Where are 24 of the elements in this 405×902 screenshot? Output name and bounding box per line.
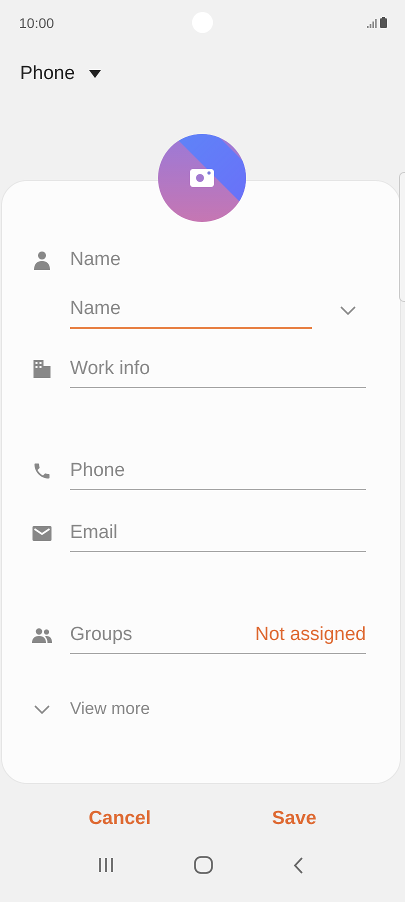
cancel-button[interactable]: Cancel	[74, 800, 165, 838]
email-field[interactable]: Email	[70, 514, 366, 552]
groups-field[interactable]: Groups Not assigned	[70, 616, 366, 654]
storage-selector[interactable]: Phone	[20, 61, 101, 87]
phone-icon	[32, 461, 52, 481]
chevron-down-icon	[32, 704, 52, 714]
recent-apps-icon[interactable]	[98, 857, 114, 873]
building-icon	[32, 360, 52, 378]
battery-icon	[380, 17, 387, 28]
signal-icon	[367, 19, 377, 28]
expand-icon[interactable]	[340, 306, 356, 314]
status-time: 10:00	[19, 14, 54, 30]
name-label: Name	[70, 249, 121, 271]
work-info-field[interactable]: Work info	[70, 350, 366, 388]
back-icon[interactable]	[293, 856, 303, 874]
name-field[interactable]: Name	[70, 291, 312, 329]
dropdown-icon	[88, 70, 101, 78]
envelope-icon	[32, 526, 52, 540]
phone-field[interactable]: Phone	[70, 452, 366, 490]
person-icon	[32, 250, 52, 270]
people-icon	[32, 628, 52, 642]
view-more-button[interactable]: View more	[2, 689, 400, 729]
save-button[interactable]: Save	[258, 800, 330, 838]
home-icon[interactable]	[194, 856, 213, 874]
